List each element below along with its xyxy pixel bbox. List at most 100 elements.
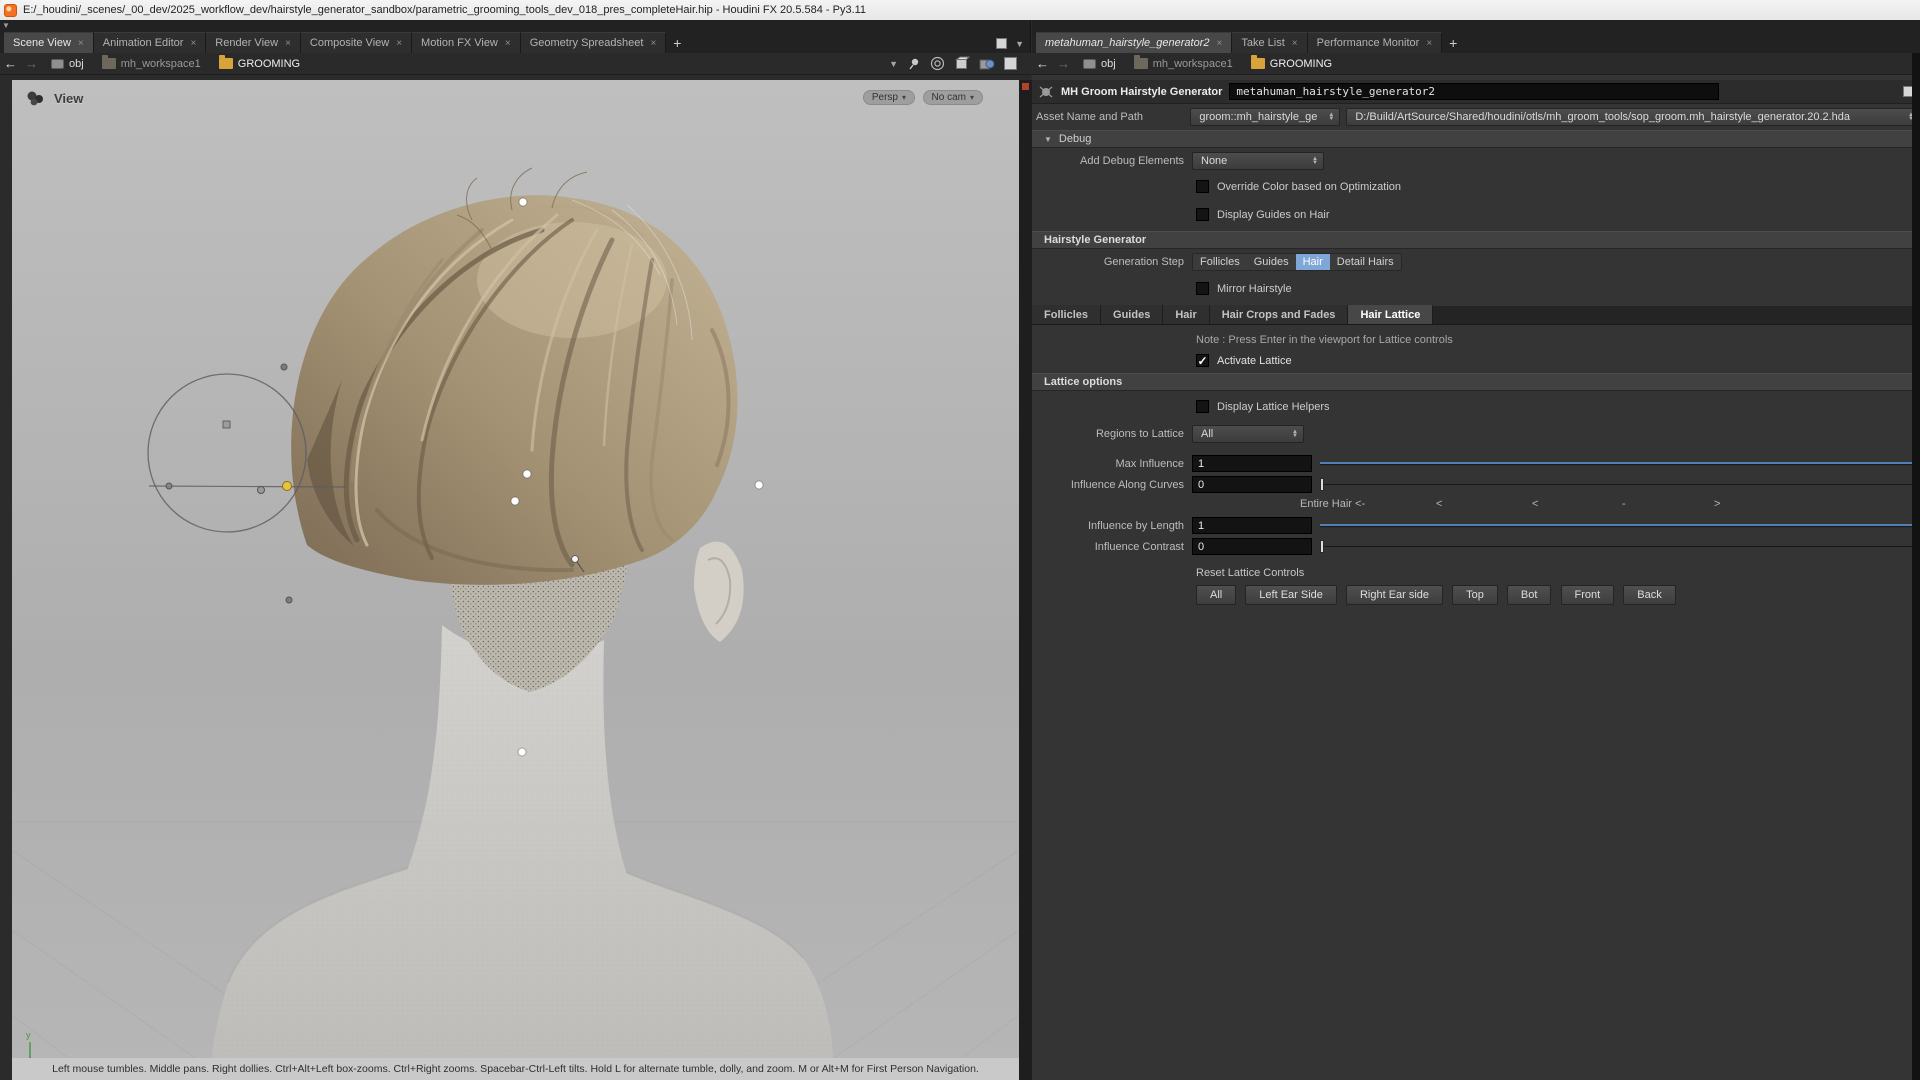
spinner-icon — [1328, 113, 1334, 121]
close-icon[interactable]: × — [190, 38, 196, 49]
breadcrumb-grooming[interactable]: GROOMING — [1242, 53, 1341, 74]
curve-ladder-labels: Entire Hair <- < < - > — [1032, 497, 1920, 513]
reset-back-button[interactable]: Back — [1623, 585, 1675, 605]
viewport-view-menu[interactable]: View — [26, 90, 83, 106]
pane-dropdown-icon[interactable]: ▼ — [1015, 39, 1024, 49]
tab-geometry-spreadsheet[interactable]: Geometry Spreadsheet × — [521, 32, 667, 53]
forward-arrow-icon[interactable]: → — [1057, 56, 1070, 71]
axis-y-label: y — [26, 1030, 31, 1040]
generator-subtabs: Follicles Guides Hair Hair Crops and Fad… — [1032, 306, 1920, 325]
reset-right-ear-button[interactable]: Right Ear side — [1346, 585, 1443, 605]
persp-view-button[interactable]: Persp — [863, 90, 915, 105]
influence-curves-field[interactable]: 0 — [1192, 476, 1312, 493]
close-icon[interactable]: × — [285, 38, 291, 49]
influence-length-slider[interactable] — [1320, 517, 1912, 534]
folder-icon — [1251, 58, 1265, 69]
reset-all-button[interactable]: All — [1196, 585, 1236, 605]
subtab-hair-lattice[interactable]: Hair Lattice — [1348, 305, 1433, 324]
reset-front-button[interactable]: Front — [1561, 585, 1615, 605]
back-arrow-icon[interactable]: ← — [4, 56, 17, 71]
close-icon[interactable]: × — [650, 38, 656, 49]
step-detail-hairs[interactable]: Detail Hairs — [1330, 254, 1401, 270]
max-influence-field[interactable]: 1 — [1192, 455, 1312, 472]
node-type-label: MH Groom Hairstyle Generator — [1061, 86, 1222, 98]
reset-top-button[interactable]: Top — [1452, 585, 1498, 605]
breadcrumb-obj[interactable]: obj — [42, 53, 93, 74]
close-icon[interactable]: × — [396, 38, 402, 49]
step-follicles[interactable]: Follicles — [1193, 254, 1247, 270]
tab-composite-view[interactable]: Composite View × — [301, 32, 412, 53]
override-color-checkbox[interactable] — [1196, 180, 1209, 193]
display-guides-checkbox[interactable] — [1196, 208, 1209, 221]
lattice-note: Note : Press Enter in the viewport for L… — [1032, 334, 1920, 346]
asset-name-dropdown[interactable]: groom::mh_hairstyle_gen... — [1190, 108, 1340, 126]
subtab-hair-crops-and-fades[interactable]: Hair Crops and Fades — [1210, 305, 1349, 324]
tab-parameters[interactable]: metahuman_hairstyle_generator2 × — [1036, 32, 1232, 53]
subtab-guides[interactable]: Guides — [1101, 305, 1163, 324]
activate-lattice-checkbox[interactable] — [1196, 354, 1209, 367]
new-tab-button[interactable]: + — [1442, 32, 1464, 53]
influence-curves-slider[interactable] — [1320, 476, 1912, 493]
add-debug-dropdown[interactable]: None — [1192, 152, 1324, 170]
wireframe-shading-icon[interactable] — [954, 56, 970, 71]
back-arrow-icon[interactable]: ← — [1036, 56, 1049, 71]
network-icon — [1134, 58, 1148, 69]
tab-motion-fx-view[interactable]: Motion FX View × — [412, 32, 521, 53]
reset-left-ear-button[interactable]: Left Ear Side — [1245, 585, 1337, 605]
camera-select-button[interactable]: No cam — [923, 90, 983, 105]
generation-step-row: Generation Step Follicles Guides Hair De… — [1032, 253, 1920, 271]
viewport-stowbar[interactable] — [1019, 80, 1032, 1080]
influence-contrast-slider[interactable] — [1320, 538, 1912, 555]
close-icon[interactable]: × — [78, 38, 84, 49]
target-icon[interactable] — [930, 56, 945, 71]
active-handle-dot[interactable] — [283, 482, 292, 491]
breadcrumb-workspace[interactable]: mh_workspace1 — [1125, 53, 1242, 74]
close-icon[interactable]: × — [1426, 38, 1432, 49]
tab-render-view[interactable]: Render View × — [206, 32, 301, 53]
debug-section-header[interactable]: Debug — [1032, 130, 1920, 148]
display-lattice-helpers-checkbox[interactable] — [1196, 400, 1209, 413]
node-name-field[interactable]: metahuman_hairstyle_generator2 — [1229, 83, 1719, 100]
subtab-hair[interactable]: Hair — [1163, 305, 1209, 324]
view-icon — [26, 90, 46, 106]
tab-take-list[interactable]: Take List × — [1232, 32, 1307, 53]
breadcrumb-workspace[interactable]: mh_workspace1 — [93, 53, 210, 74]
parameter-pane-scrollbar[interactable] — [1912, 53, 1920, 1080]
pin-icon[interactable] — [907, 57, 921, 71]
scene-viewport[interactable]: y x z View Persp No cam Left mouse tumbl… — [12, 80, 1019, 1080]
influence-length-field[interactable]: 1 — [1192, 517, 1312, 534]
viewport-3d-scene: y x z — [12, 80, 1019, 1080]
window-title: E:/_houdini/_scenes/_00_dev/2025_workflo… — [23, 4, 866, 16]
max-influence-slider[interactable] — [1320, 455, 1912, 472]
reset-lattice-label: Reset Lattice Controls — [1032, 567, 1920, 579]
new-tab-button[interactable]: + — [666, 32, 688, 53]
subtab-follicles[interactable]: Follicles — [1032, 305, 1101, 324]
generation-step-group: Follicles Guides Hair Detail Hairs — [1192, 253, 1402, 271]
tab-scene-view[interactable]: Scene View × — [4, 32, 94, 53]
asset-path-dropdown[interactable]: D:/Build/ArtSource/Shared/houdini/otls/m… — [1346, 108, 1920, 126]
maximize-pane-icon[interactable] — [996, 38, 1007, 49]
breadcrumb-grooming[interactable]: GROOMING — [210, 53, 309, 74]
display-guides-row: Display Guides on Hair — [1032, 206, 1920, 223]
asset-label: Asset Name and Path — [1032, 111, 1190, 123]
influence-contrast-field[interactable]: 0 — [1192, 538, 1312, 555]
close-icon[interactable]: × — [505, 38, 511, 49]
step-hair[interactable]: Hair — [1296, 254, 1330, 270]
pane-menu-icon[interactable]: ▼ — [2, 21, 10, 30]
close-icon[interactable]: × — [1292, 38, 1298, 49]
spinner-icon — [1292, 430, 1298, 438]
breadcrumb-obj[interactable]: obj — [1074, 53, 1125, 74]
tab-animation-editor[interactable]: Animation Editor × — [94, 32, 207, 53]
path-dropdown-icon[interactable]: ▼ — [889, 59, 898, 69]
mirror-hairstyle-checkbox[interactable] — [1196, 282, 1209, 295]
influence-contrast-row: Influence Contrast 0 — [1032, 538, 1920, 555]
close-icon[interactable]: × — [1217, 38, 1223, 49]
reset-bot-button[interactable]: Bot — [1507, 585, 1552, 605]
window-titlebar: E:/_houdini/_scenes/_00_dev/2025_workflo… — [0, 0, 1920, 20]
display-options-icon[interactable] — [1004, 57, 1017, 70]
tab-performance-monitor[interactable]: Performance Monitor × — [1308, 32, 1443, 53]
regions-dropdown[interactable]: All — [1192, 425, 1304, 443]
smooth-shading-icon[interactable] — [979, 56, 995, 71]
forward-arrow-icon[interactable]: → — [25, 56, 38, 71]
step-guides[interactable]: Guides — [1247, 254, 1296, 270]
